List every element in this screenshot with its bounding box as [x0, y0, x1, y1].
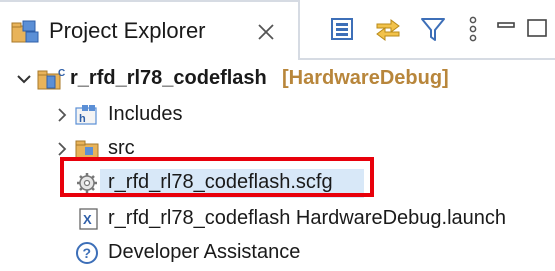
tree-item-label: Includes	[108, 103, 183, 125]
link-with-editor-icon[interactable]	[373, 14, 403, 44]
close-icon[interactable]	[254, 20, 278, 44]
tree-item-label: src	[108, 137, 135, 159]
project-build-config: [HardwareDebug]	[282, 67, 449, 89]
tree-item-label: r_rfd_rl78_codeflash.scfg	[108, 171, 333, 193]
tree-row-project[interactable]: C r_rfd_rl78_codeflash [HardwareDebug]	[0, 62, 555, 96]
tree-row-includes[interactable]: h Includes	[0, 98, 555, 132]
gear-file-icon	[74, 171, 102, 195]
tree-item-label: Developer Assistance	[108, 241, 301, 263]
tab-bar-divider	[300, 58, 555, 60]
help-icon: ?	[74, 241, 102, 265]
tree-row-scfg[interactable]: r_rfd_rl78_codeflash.scfg	[0, 166, 555, 200]
chevron-right-icon[interactable]	[54, 141, 70, 157]
project-explorer-view: Project Explorer C r_rfd_rl78_codeflash …	[0, 0, 555, 271]
collapse-all-icon[interactable]	[328, 14, 358, 44]
filter-icon[interactable]	[418, 14, 448, 44]
view-tab-bar: Project Explorer	[0, 0, 555, 60]
svg-text:C: C	[58, 68, 65, 79]
svg-text:X: X	[83, 212, 92, 227]
chevron-right-icon[interactable]	[54, 107, 70, 123]
tab-project-explorer[interactable]: Project Explorer	[0, 0, 300, 60]
tree-row-developer-assistance[interactable]: ? Developer Assistance	[0, 236, 555, 270]
source-folder-icon	[74, 137, 102, 161]
includes-folder-icon: h	[74, 103, 102, 127]
c-project-icon: C	[37, 67, 65, 91]
project-explorer-icon	[11, 19, 41, 45]
project-name: r_rfd_rl78_codeflash	[70, 67, 267, 89]
tree-row-launch[interactable]: X r_rfd_rl78_codeflash HardwareDebug.lau…	[0, 202, 555, 236]
launch-file-icon: X	[76, 207, 104, 231]
svg-text:h: h	[79, 113, 86, 125]
tree-row-src[interactable]: src	[0, 132, 555, 166]
view-menu-icon[interactable]	[458, 14, 488, 44]
tab-title: Project Explorer	[49, 18, 206, 43]
maximize-icon[interactable]	[523, 14, 553, 44]
svg-text:?: ?	[83, 245, 92, 261]
minimize-icon[interactable]	[492, 14, 522, 44]
tree-item-label: r_rfd_rl78_codeflash HardwareDebug.launc…	[108, 207, 507, 229]
chevron-down-icon[interactable]	[16, 71, 32, 87]
